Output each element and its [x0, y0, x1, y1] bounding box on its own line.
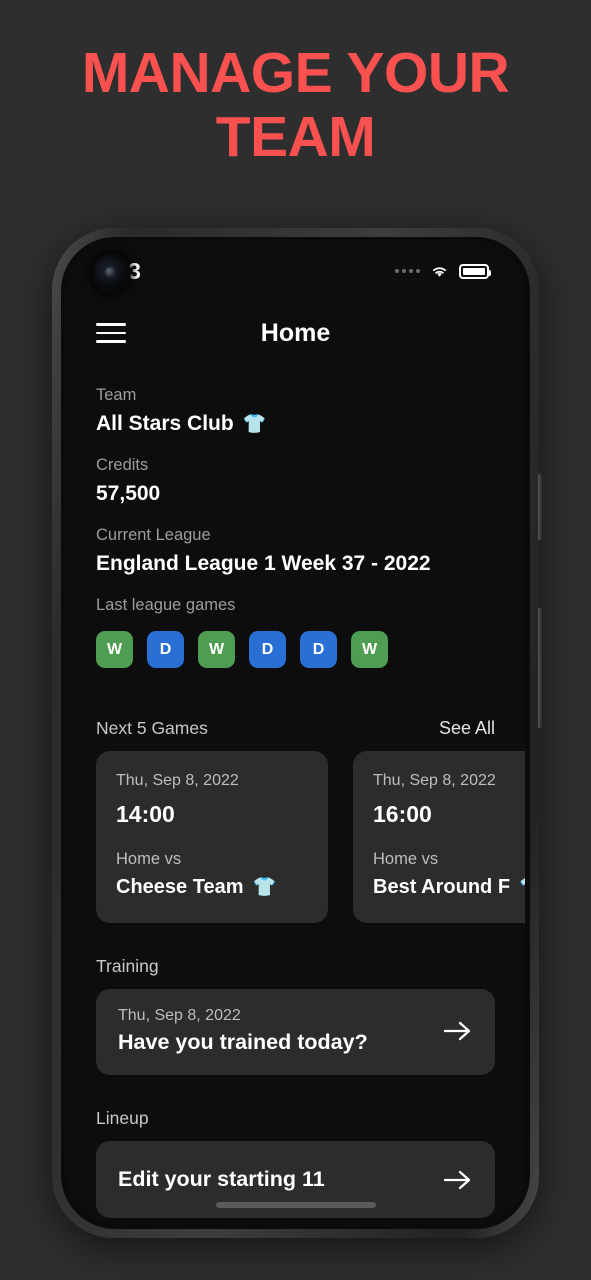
home-indicator[interactable]: [215, 1202, 376, 1208]
phone-volume-button: [538, 474, 542, 540]
phone-power-button: [538, 608, 542, 728]
phone-mockup: .33 Home: [52, 228, 542, 1238]
game-opponent-row: Best Around F 👕: [373, 876, 525, 899]
next-games-header: Next 5 Games See All: [96, 718, 495, 739]
page-title: Home: [260, 318, 331, 347]
team-label: Team: [96, 386, 137, 404]
status-bar: .33: [66, 242, 525, 300]
team-name: All Stars Club: [96, 412, 234, 435]
phone-bezel: .33 Home: [61, 237, 530, 1229]
lineup-title: Edit your starting 11: [118, 1167, 325, 1191]
next-games-title: Next 5 Games: [96, 718, 208, 738]
arrow-right-icon: [443, 1170, 471, 1189]
training-label: Training: [96, 956, 159, 976]
phone-screen: .33 Home: [66, 242, 525, 1224]
last-results-row: W D W D D W: [96, 631, 495, 668]
team-name-row: All Stars Club 👕: [96, 412, 495, 436]
result-badge: W: [96, 631, 133, 668]
home-content: Team All Stars Club 👕 Credits 57,500 Cur…: [66, 386, 525, 1224]
training-date: Thu, Sep 8, 2022: [118, 1007, 241, 1024]
training-title: Have you trained today?: [118, 1030, 368, 1054]
training-card[interactable]: Thu, Sep 8, 2022 Have you trained today?: [96, 989, 495, 1075]
jersey-icon: 👕: [519, 878, 525, 897]
game-home-away: Home vs: [373, 850, 439, 868]
result-badge: D: [147, 631, 184, 668]
hamburger-menu-icon[interactable]: [96, 317, 126, 349]
lineup-label: Lineup: [96, 1108, 149, 1128]
game-date: Thu, Sep 8, 2022: [116, 772, 239, 789]
next-games-list[interactable]: Thu, Sep 8, 2022 14:00 Home vs Cheese Te…: [96, 751, 525, 923]
game-time: 16:00: [373, 801, 432, 827]
training-card-text: Thu, Sep 8, 2022 Have you trained today?: [118, 1007, 368, 1055]
game-opponent-row: Cheese Team 👕: [116, 876, 308, 899]
status-indicators: [395, 263, 491, 279]
current-league-value: England League 1 Week 37 - 2022: [96, 552, 431, 575]
last-league-games-label: Last league games: [96, 596, 236, 614]
credits-label: Credits: [96, 456, 149, 474]
game-time: 14:00: [116, 801, 175, 827]
app-bar: Home: [66, 300, 525, 366]
see-all-link[interactable]: See All: [439, 718, 495, 739]
game-card[interactable]: Thu, Sep 8, 2022 14:00 Home vs Cheese Te…: [96, 751, 328, 923]
front-camera-icon: [94, 256, 128, 290]
result-badge: W: [198, 631, 235, 668]
wifi-icon: [432, 267, 447, 277]
promo-headline: MANAGE YOUR TEAM: [81, 41, 510, 169]
result-badge: W: [351, 631, 388, 668]
jersey-icon: 👕: [252, 877, 277, 898]
jersey-icon: 👕: [242, 413, 267, 435]
game-date: Thu, Sep 8, 2022: [373, 772, 496, 789]
result-badge: D: [300, 631, 337, 668]
game-opponent: Cheese Team: [116, 876, 244, 898]
result-badge: D: [249, 631, 286, 668]
game-card[interactable]: Thu, Sep 8, 2022 16:00 Home vs Best Arou…: [353, 751, 525, 923]
signal-dots-icon: [395, 269, 420, 273]
game-opponent: Best Around F: [373, 876, 511, 898]
credits-value: 57,500: [96, 482, 161, 505]
current-league-label: Current League: [96, 526, 211, 544]
arrow-right-icon: [443, 1021, 471, 1041]
game-home-away: Home vs: [116, 850, 182, 868]
battery-full-icon: [459, 263, 491, 279]
